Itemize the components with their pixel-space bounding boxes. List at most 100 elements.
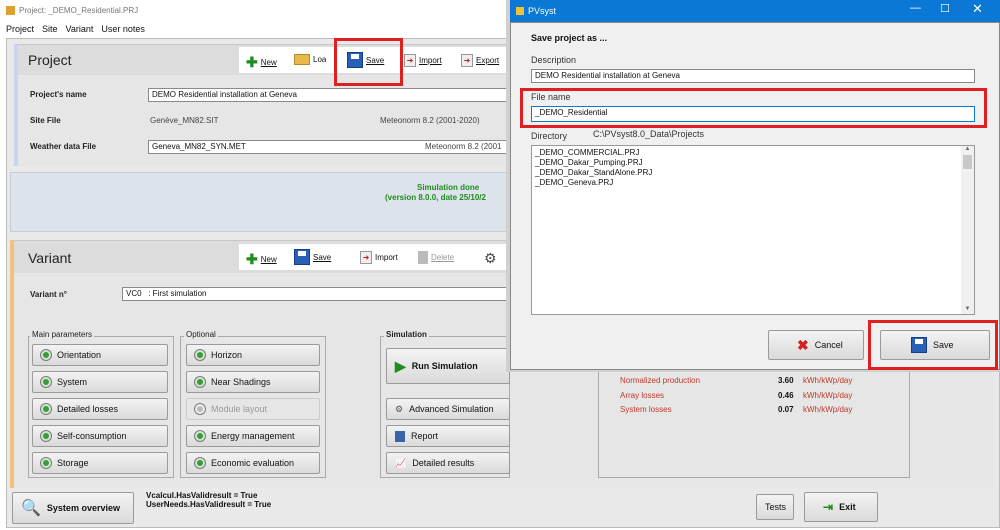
energy-management-button[interactable]: Energy management bbox=[186, 425, 320, 447]
site-source: Meteonorm 8.2 (2001-2020) bbox=[380, 116, 480, 125]
variant-number-label: Variant n° bbox=[30, 290, 67, 299]
menu-project[interactable]: Project bbox=[6, 24, 34, 34]
play-icon: ▶ bbox=[395, 357, 406, 374]
debug-line2: UserNeeds.HasValidresult = True bbox=[146, 500, 272, 509]
result-label: System losses bbox=[620, 405, 672, 414]
project-export-button[interactable]: ➜ Export bbox=[461, 54, 499, 67]
directory-path: C:\PVsyst8.0_Data\Projects bbox=[593, 129, 705, 139]
system-button[interactable]: System bbox=[32, 371, 168, 393]
scroll-up-icon[interactable]: ▲ bbox=[961, 146, 974, 152]
main-parameters-title: Main parameters bbox=[30, 330, 95, 339]
variant-delete-button[interactable]: Delete bbox=[418, 251, 454, 264]
plus-icon: ✚ bbox=[246, 251, 258, 267]
status-radio-icon bbox=[41, 350, 51, 360]
cancel-button[interactable]: ✖ Cancel bbox=[768, 330, 864, 360]
result-unit: kWh/kWp/day bbox=[803, 405, 853, 414]
result-value: 0.07 bbox=[778, 405, 794, 414]
variant-number-field[interactable]: VC0 : First simulation bbox=[122, 287, 510, 301]
result-label: Array losses bbox=[620, 391, 665, 400]
economic-evaluation-button[interactable]: Economic evaluation bbox=[186, 452, 320, 474]
result-value: 3.60 bbox=[778, 376, 794, 385]
file-list[interactable]: _DEMO_COMMERCIAL.PRJ _DEMO_Dakar_Pumping… bbox=[531, 145, 975, 315]
report-icon bbox=[395, 430, 405, 442]
advanced-simulation-button[interactable]: ⚙ Advanced Simulation bbox=[386, 398, 510, 420]
chart-icon: 📈 bbox=[395, 457, 407, 468]
report-button[interactable]: Report bbox=[386, 425, 510, 447]
storage-button[interactable]: Storage bbox=[32, 452, 168, 474]
project-save-highlight bbox=[334, 38, 403, 86]
menu-site[interactable]: Site bbox=[42, 24, 58, 34]
import-icon: ➜ bbox=[360, 251, 372, 264]
trash-icon bbox=[418, 251, 428, 264]
status-line1: Simulation done bbox=[417, 183, 480, 192]
dialog-heading: Save project as ... bbox=[531, 33, 608, 43]
list-item[interactable]: _DEMO_Geneva.PRJ bbox=[535, 178, 971, 188]
project-name-field[interactable]: DEMO Residential installation at Geneva bbox=[148, 88, 510, 102]
status-line2: (version 8.0.0, date 25/10/2 bbox=[385, 193, 486, 202]
simulation-title: Simulation bbox=[384, 330, 429, 339]
project-import-button[interactable]: ➜ Import bbox=[404, 54, 442, 67]
orientation-button[interactable]: Orientation bbox=[32, 344, 168, 366]
near-shadings-button[interactable]: Near Shadings bbox=[186, 371, 320, 393]
menu-bar: Project Site Variant User notes bbox=[0, 20, 510, 38]
project-new-button[interactable]: ✚ New bbox=[246, 54, 277, 71]
status-radio-icon bbox=[195, 350, 205, 360]
status-radio-icon bbox=[195, 377, 205, 387]
menu-user-notes[interactable]: User notes bbox=[101, 24, 145, 34]
status-radio-icon bbox=[195, 404, 205, 414]
scroll-thumb[interactable] bbox=[963, 155, 972, 169]
exit-icon: ⇥ bbox=[823, 500, 834, 514]
variant-header: Variant bbox=[28, 250, 72, 266]
detailed-results-button[interactable]: 📈 Detailed results bbox=[386, 452, 510, 474]
minimize-button[interactable]: — bbox=[910, 2, 921, 14]
status-radio-icon bbox=[41, 377, 51, 387]
red-x-icon: ✖ bbox=[797, 336, 809, 353]
run-simulation-button[interactable]: ▶ Run Simulation bbox=[386, 348, 510, 384]
scroll-down-icon[interactable]: ▼ bbox=[961, 306, 974, 312]
list-item[interactable]: _DEMO_COMMERCIAL.PRJ bbox=[535, 148, 971, 158]
variant-new-button[interactable]: ✚ New bbox=[246, 251, 277, 268]
maximize-button[interactable]: ☐ bbox=[940, 2, 950, 15]
status-panel bbox=[10, 172, 510, 232]
file-list-scrollbar[interactable]: ▲ ▼ bbox=[961, 146, 974, 314]
self-consumption-button[interactable]: Self-consumption bbox=[32, 425, 168, 447]
module-layout-button[interactable]: Module layout bbox=[186, 398, 320, 420]
site-file-label: Site File bbox=[30, 116, 61, 125]
status-radio-icon bbox=[41, 431, 51, 441]
result-label: Normalized production bbox=[620, 376, 701, 385]
project-load-button[interactable]: Loa bbox=[294, 54, 326, 65]
variant-save-button[interactable]: Save bbox=[294, 249, 331, 265]
optional-title: Optional bbox=[184, 330, 218, 339]
status-radio-icon bbox=[41, 404, 51, 414]
result-unit: kWh/kWp/day bbox=[803, 376, 853, 385]
menu-variant[interactable]: Variant bbox=[66, 24, 94, 34]
horizon-button[interactable]: Horizon bbox=[186, 344, 320, 366]
gear-icon[interactable]: ⚙ bbox=[484, 250, 497, 267]
app-icon bbox=[6, 5, 15, 15]
detailed-losses-button[interactable]: Detailed losses bbox=[32, 398, 168, 420]
weather-file-label: Weather data File bbox=[30, 142, 97, 151]
dialog-save-highlight bbox=[868, 320, 998, 370]
status-radio-icon bbox=[195, 458, 205, 468]
exit-button[interactable]: ⇥ Exit bbox=[804, 492, 878, 522]
import-icon: ➜ bbox=[404, 54, 416, 67]
project-header: Project bbox=[28, 52, 72, 68]
status-radio-icon bbox=[195, 431, 205, 441]
tests-button[interactable]: Tests bbox=[756, 494, 794, 520]
status-radio-icon bbox=[41, 458, 51, 468]
filename-highlight bbox=[520, 88, 987, 128]
main-window-title: Project: _DEMO_Residential.PRJ bbox=[19, 5, 139, 15]
description-field[interactable]: DEMO Residential installation at Geneva bbox=[531, 69, 975, 83]
system-overview-button[interactable]: 🔍 System overview bbox=[12, 492, 134, 524]
list-item[interactable]: _DEMO_Dakar_StandAlone.PRJ bbox=[535, 168, 971, 178]
weather-source: Meteonorm 8.2 (2001 bbox=[425, 142, 502, 151]
site-file-value[interactable]: Genève_MN82.SIT bbox=[150, 116, 218, 125]
export-icon: ➜ bbox=[461, 54, 473, 67]
close-icon[interactable]: ✕ bbox=[972, 1, 983, 17]
result-value: 0.46 bbox=[778, 391, 794, 400]
variant-import-button[interactable]: ➜ Import bbox=[360, 251, 398, 264]
dialog-title-bar: PVsyst bbox=[510, 0, 1000, 22]
project-name-label: Project's name bbox=[30, 90, 87, 99]
dialog-title: PVsyst bbox=[528, 6, 557, 16]
list-item[interactable]: _DEMO_Dakar_Pumping.PRJ bbox=[535, 158, 971, 168]
